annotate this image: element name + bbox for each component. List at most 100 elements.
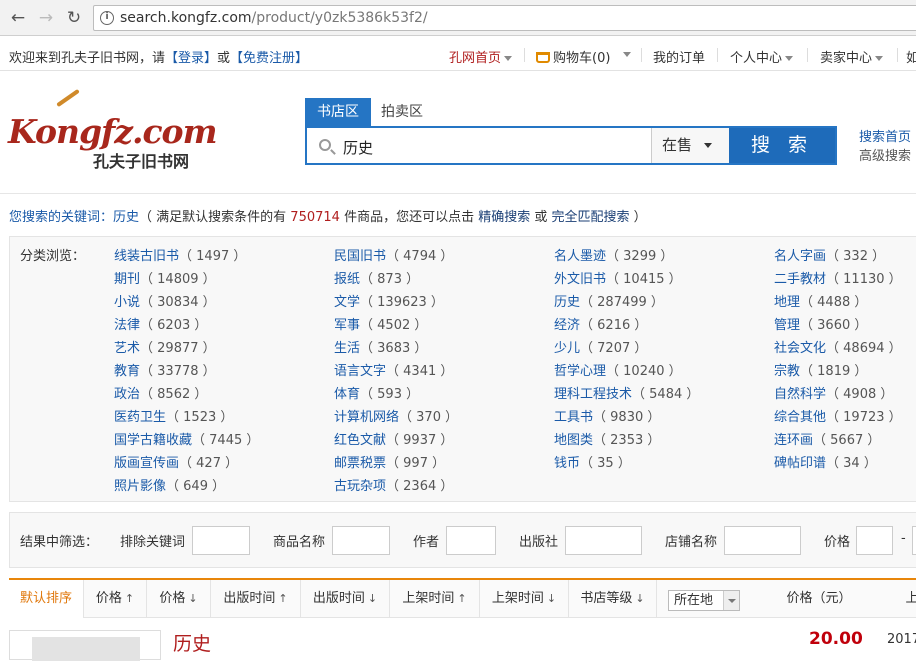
category-item[interactable]: 文学（ 139623 ） <box>334 291 444 310</box>
category-name[interactable]: 外文旧书 <box>554 272 606 287</box>
category-item[interactable]: 计算机网络（ 370 ） <box>334 406 458 425</box>
category-name[interactable]: 理科工程技术 <box>554 387 632 402</box>
category-name[interactable]: 工具书 <box>554 410 593 425</box>
category-item[interactable]: 钱币（ 35 ） <box>554 452 631 471</box>
category-name[interactable]: 版画宣传画 <box>114 456 179 471</box>
category-item[interactable]: 哲学心理（ 10240 ） <box>554 360 682 379</box>
precise-search-link[interactable]: 精确搜索 <box>478 210 530 225</box>
category-name[interactable]: 文学 <box>334 295 360 310</box>
category-name[interactable]: 医药卫生 <box>114 410 166 425</box>
category-name[interactable]: 军事 <box>334 318 360 333</box>
category-item[interactable]: 古玩杂项（ 2364 ） <box>334 475 453 494</box>
category-name[interactable]: 地理 <box>774 295 800 310</box>
info-icon[interactable]: i <box>100 11 114 25</box>
sort-option[interactable]: 上架时间 ↓ <box>480 580 569 618</box>
category-item[interactable]: 名人字画（ 332 ） <box>774 245 885 264</box>
sort-option[interactable]: 书店等级 ↓ <box>569 580 657 618</box>
category-name[interactable]: 自然科学 <box>774 387 826 402</box>
search-button[interactable]: 搜 索 <box>729 128 835 163</box>
sort-option[interactable]: 价格 ↓ <box>147 580 211 618</box>
url-text[interactable]: search.kongfz.com/product/y0zk5386k53f2/ <box>120 10 428 26</box>
category-item[interactable]: 外文旧书（ 10415 ） <box>554 268 682 287</box>
category-name[interactable]: 宗教 <box>774 364 800 379</box>
category-name[interactable]: 计算机网络 <box>334 410 399 425</box>
sort-default[interactable]: 默认排序 <box>9 580 84 618</box>
tab-bookstore[interactable]: 书店区 <box>305 98 371 126</box>
more-menu[interactable]: 如 <box>906 47 916 66</box>
login-link[interactable]: 【登录】 <box>165 51 217 66</box>
category-name[interactable]: 教育 <box>114 364 140 379</box>
sort-option[interactable]: 上架时间 ↑ <box>390 580 480 618</box>
category-item[interactable]: 法律（ 6203 ） <box>114 314 207 333</box>
category-item[interactable]: 社会文化（ 48694 ） <box>774 337 902 356</box>
forward-arrow-icon[interactable]: → <box>36 8 56 28</box>
category-name[interactable]: 经济 <box>554 318 580 333</box>
category-item[interactable]: 照片影像（ 649 ） <box>114 475 225 494</box>
user-center-menu[interactable]: 个人中心 <box>730 47 794 66</box>
address-bar[interactable]: i search.kongfz.com/product/y0zk5386k53f… <box>93 5 916 31</box>
back-arrow-icon[interactable]: ← <box>8 8 28 28</box>
category-name[interactable]: 线装古旧书 <box>114 249 179 264</box>
category-name[interactable]: 报纸 <box>334 272 360 287</box>
search-input[interactable]: 历史 <box>343 137 373 158</box>
seller-center-menu[interactable]: 卖家中心 <box>820 47 884 66</box>
location-select[interactable]: 所在地 <box>668 590 740 611</box>
category-item[interactable]: 经济（ 6216 ） <box>554 314 647 333</box>
category-item[interactable]: 体育（ 593 ） <box>334 383 419 402</box>
category-item[interactable]: 自然科学（ 4908 ） <box>774 383 893 402</box>
category-name[interactable]: 社会文化 <box>774 341 826 356</box>
category-item[interactable]: 宗教（ 1819 ） <box>774 360 867 379</box>
category-item[interactable]: 期刊（ 14809 ） <box>114 268 216 287</box>
cart-link[interactable]: 购物车(0) <box>536 47 610 66</box>
category-item[interactable]: 军事（ 4502 ） <box>334 314 427 333</box>
category-name[interactable]: 少儿 <box>554 341 580 356</box>
category-item[interactable]: 工具书（ 9830 ） <box>554 406 660 425</box>
category-name[interactable]: 名人字画 <box>774 249 826 264</box>
category-name[interactable]: 民国旧书 <box>334 249 386 264</box>
author-input[interactable] <box>446 526 496 555</box>
exclude-keyword-input[interactable] <box>192 526 250 555</box>
orders-link[interactable]: 我的订单 <box>653 47 705 66</box>
category-item[interactable]: 二手教材（ 11130 ） <box>774 268 902 287</box>
product-name-input[interactable] <box>332 526 390 555</box>
category-item[interactable]: 教育（ 33778 ） <box>114 360 216 379</box>
cart-dropdown[interactable] <box>620 47 631 62</box>
shop-name-input[interactable] <box>724 526 801 555</box>
category-name[interactable]: 连环画 <box>774 433 813 448</box>
advanced-search-link[interactable]: 高级搜索 <box>859 145 911 164</box>
category-item[interactable]: 管理（ 3660 ） <box>774 314 867 333</box>
category-item[interactable]: 碑帖印谱（ 34 ） <box>774 452 877 471</box>
search-home-link[interactable]: 搜索首页 <box>859 126 911 145</box>
category-item[interactable]: 理科工程技术（ 5484 ） <box>554 383 699 402</box>
category-name[interactable]: 管理 <box>774 318 800 333</box>
exact-match-link[interactable]: 完全匹配搜索 <box>551 210 629 225</box>
home-link[interactable]: 孔网首页 <box>449 47 513 66</box>
category-name[interactable]: 综合其他 <box>774 410 826 425</box>
category-name[interactable]: 地图类 <box>554 433 593 448</box>
category-item[interactable]: 国学古籍收藏（ 7445 ） <box>114 429 259 448</box>
category-name[interactable]: 语言文字 <box>334 364 386 379</box>
category-name[interactable]: 照片影像 <box>114 479 166 494</box>
result-thumbnail[interactable] <box>9 630 161 661</box>
category-name[interactable]: 古玩杂项 <box>334 479 386 494</box>
category-item[interactable]: 红色文献（ 9937 ） <box>334 429 453 448</box>
status-select[interactable]: 在售 <box>651 128 729 163</box>
category-name[interactable]: 哲学心理 <box>554 364 606 379</box>
category-name[interactable]: 名人墨迹 <box>554 249 606 264</box>
reload-icon[interactable]: ↻ <box>64 8 84 28</box>
category-item[interactable]: 综合其他（ 19723 ） <box>774 406 902 425</box>
category-item[interactable]: 线装古旧书（ 1497 ） <box>114 245 246 264</box>
category-item[interactable]: 小说（ 30834 ） <box>114 291 216 310</box>
category-name[interactable]: 历史 <box>554 295 580 310</box>
category-name[interactable]: 小说 <box>114 295 140 310</box>
category-item[interactable]: 地图类（ 2353 ） <box>554 429 660 448</box>
category-name[interactable]: 邮票税票 <box>334 456 386 471</box>
category-item[interactable]: 报纸（ 873 ） <box>334 268 419 287</box>
category-name[interactable]: 生活 <box>334 341 360 356</box>
register-link[interactable]: 【免费注册】 <box>230 51 308 66</box>
category-item[interactable]: 名人墨迹（ 3299 ） <box>554 245 673 264</box>
category-name[interactable]: 红色文献 <box>334 433 386 448</box>
category-item[interactable]: 少儿（ 7207 ） <box>554 337 647 356</box>
category-name[interactable]: 期刊 <box>114 272 140 287</box>
sort-option[interactable]: 出版时间 ↓ <box>301 580 390 618</box>
